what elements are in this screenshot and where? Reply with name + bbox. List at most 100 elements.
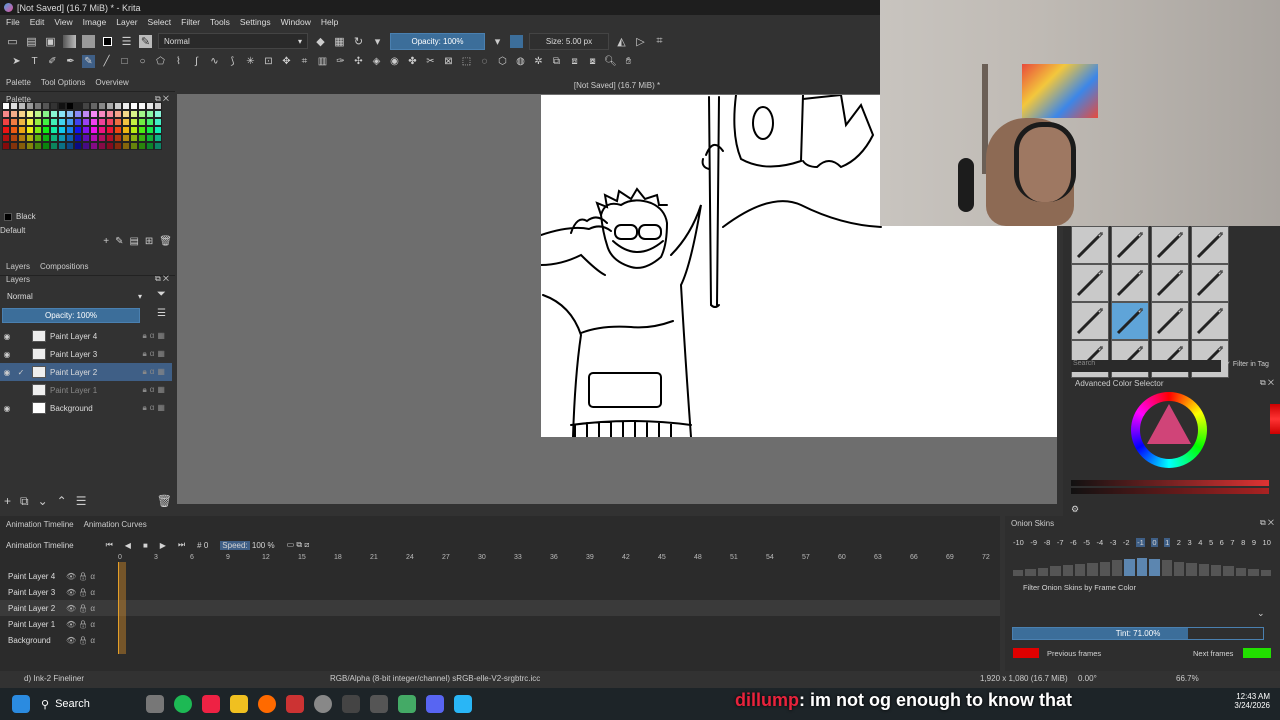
next-frames-color[interactable] <box>1243 648 1271 658</box>
assistant-tool-icon[interactable]: ✤ <box>406 55 419 68</box>
timeline-layer-icons[interactable]: 👁︎🔒︎α <box>66 604 97 613</box>
brush-preset[interactable] <box>1191 226 1229 264</box>
palette-swatch[interactable] <box>42 134 50 142</box>
steam-icon[interactable] <box>342 695 360 713</box>
onion-frame-number[interactable]: 7 <box>1230 538 1234 547</box>
palette-swatch[interactable] <box>82 126 90 134</box>
settings-icon[interactable]: ⚙ <box>1071 504 1079 515</box>
new-document-icon[interactable]: ▭ <box>6 35 19 48</box>
color-picker-tool-icon[interactable]: ✑ <box>334 55 347 68</box>
palette-swatch[interactable] <box>90 142 98 150</box>
menu-settings[interactable]: Settings <box>240 17 271 27</box>
brush-preset[interactable] <box>1151 340 1189 378</box>
palette-swatch[interactable] <box>98 134 106 142</box>
palette-swatch[interactable] <box>58 134 66 142</box>
palette-swatch[interactable] <box>42 142 50 150</box>
menu-window[interactable]: Window <box>281 17 311 27</box>
menu-edit[interactable]: Edit <box>30 17 45 27</box>
tint-slider[interactable]: Tint: 71.00% <box>1012 627 1264 640</box>
layer-row[interactable]: Paint Layer 1 🔒︎α▦ <box>0 381 172 399</box>
palette-swatch[interactable] <box>74 118 82 126</box>
brush-preset[interactable] <box>1111 340 1149 378</box>
onion-opacity-bar[interactable] <box>1099 561 1110 576</box>
rectangle-tool-icon[interactable]: □ <box>118 55 131 68</box>
close-icon[interactable]: ⧉ ✕ <box>155 274 169 284</box>
palette-swatch[interactable] <box>74 110 82 118</box>
edit-palette-icon[interactable]: ✎ <box>115 236 123 247</box>
tab-layers[interactable]: Layers <box>6 262 30 271</box>
mirror-vertical-icon[interactable]: ▷ <box>634 35 647 48</box>
palette-swatch[interactable] <box>50 118 58 126</box>
palette-swatch[interactable] <box>34 142 42 150</box>
discord-icon[interactable] <box>426 695 444 713</box>
fg-bg-color-icon[interactable] <box>101 35 114 48</box>
palette-swatch[interactable] <box>42 126 50 134</box>
polygon-tool-icon[interactable]: ⬠ <box>154 55 167 68</box>
palette-swatch[interactable] <box>18 142 26 150</box>
palette-swatch[interactable] <box>42 102 50 110</box>
onion-frame-number[interactable]: 4 <box>1198 538 1202 547</box>
palette-swatch[interactable] <box>146 134 154 142</box>
palette-swatch[interactable] <box>26 102 34 110</box>
onion-frame-number[interactable]: -6 <box>1070 538 1077 547</box>
palette-swatch[interactable] <box>74 142 82 150</box>
palette-swatch[interactable] <box>146 102 154 110</box>
layer-opacity-slider[interactable]: Opacity: 100% <box>2 308 140 323</box>
magnetic-select-tool-icon[interactable]: ⧇ <box>586 55 599 68</box>
palette-swatch[interactable] <box>106 102 114 110</box>
palette-swatch[interactable] <box>58 126 66 134</box>
brush-preset[interactable] <box>1151 226 1189 264</box>
frame-ruler[interactable]: 0 3 6 9 12 15 18 21 24 27 30 33 36 39 42 45 48 51 54 57 60 63… <box>118 554 998 564</box>
last-frame-icon[interactable]: ⏭ <box>178 540 185 550</box>
palette-swatch[interactable] <box>98 110 106 118</box>
timeline-options-icon[interactable]: ▭ ⧉ ⧄ <box>287 540 310 550</box>
palette-swatch[interactable] <box>74 126 82 134</box>
palette-swatch[interactable] <box>82 102 90 110</box>
opacity-menu-icon[interactable]: ▾ <box>491 35 504 48</box>
onion-frame-number[interactable]: -4 <box>1096 538 1103 547</box>
palette-swatch[interactable] <box>154 118 162 126</box>
eraser-icon[interactable]: ◆ <box>314 35 327 48</box>
size-slider[interactable]: Size: 5.00 px <box>529 32 609 50</box>
onion-frame-number[interactable]: -3 <box>1110 538 1117 547</box>
palette-swatch[interactable] <box>114 134 122 142</box>
palette-swatch[interactable] <box>66 102 74 110</box>
multibrush-tool-icon[interactable]: ✳ <box>244 55 257 68</box>
ellipse-tool-icon[interactable]: ○ <box>136 55 149 68</box>
text-tool-icon[interactable]: T <box>28 55 41 68</box>
mirror-horizontal-icon[interactable]: ◭ <box>615 35 628 48</box>
palette-swatch[interactable] <box>82 142 90 150</box>
palette-swatch[interactable] <box>114 102 122 110</box>
brush-preset[interactable] <box>1071 264 1109 302</box>
palette-swatch[interactable] <box>90 134 98 142</box>
palette-swatch[interactable] <box>26 110 34 118</box>
palette-swatch[interactable] <box>50 102 58 110</box>
file-explorer-icon[interactable] <box>230 695 248 713</box>
palette-swatch[interactable] <box>66 142 74 150</box>
duplicate-layer-icon[interactable]: ⧉ <box>20 494 29 509</box>
palette-swatch[interactable] <box>18 134 26 142</box>
palette-swatch[interactable] <box>98 118 106 126</box>
menu-file[interactable]: File <box>6 17 20 27</box>
timeline-layer-icons[interactable]: 👁︎🔒︎α <box>66 636 97 645</box>
delete-layer-icon[interactable]: 🗑︎ <box>157 494 172 509</box>
measure-tool-icon[interactable]: ✂ <box>424 55 437 68</box>
timeline-layer-icons[interactable]: 👁︎🔒︎α <box>66 620 97 629</box>
palette-swatch[interactable] <box>122 102 130 110</box>
tab-palette[interactable]: Palette <box>6 78 31 87</box>
move-up-icon[interactable]: ⌃ <box>57 494 67 509</box>
onion-frame-number[interactable]: 8 <box>1241 538 1245 547</box>
tab-tool-options[interactable]: Tool Options <box>41 78 85 87</box>
palette-swatch[interactable] <box>98 102 106 110</box>
palette-swatch[interactable] <box>10 126 18 134</box>
onion-opacity-bar[interactable] <box>1161 560 1172 576</box>
visibility-eye-icon[interactable]: ◉ <box>0 368 14 377</box>
browser-icon[interactable] <box>398 695 416 713</box>
menu-tools[interactable]: Tools <box>210 17 230 27</box>
palette-swatch[interactable] <box>114 118 122 126</box>
color-strip-1[interactable] <box>1071 480 1269 486</box>
onion-opacity-bar[interactable] <box>1173 561 1185 576</box>
start-icon[interactable] <box>12 695 30 713</box>
save-icon[interactable]: ▣ <box>44 35 57 48</box>
palette-swatch[interactable] <box>90 118 98 126</box>
